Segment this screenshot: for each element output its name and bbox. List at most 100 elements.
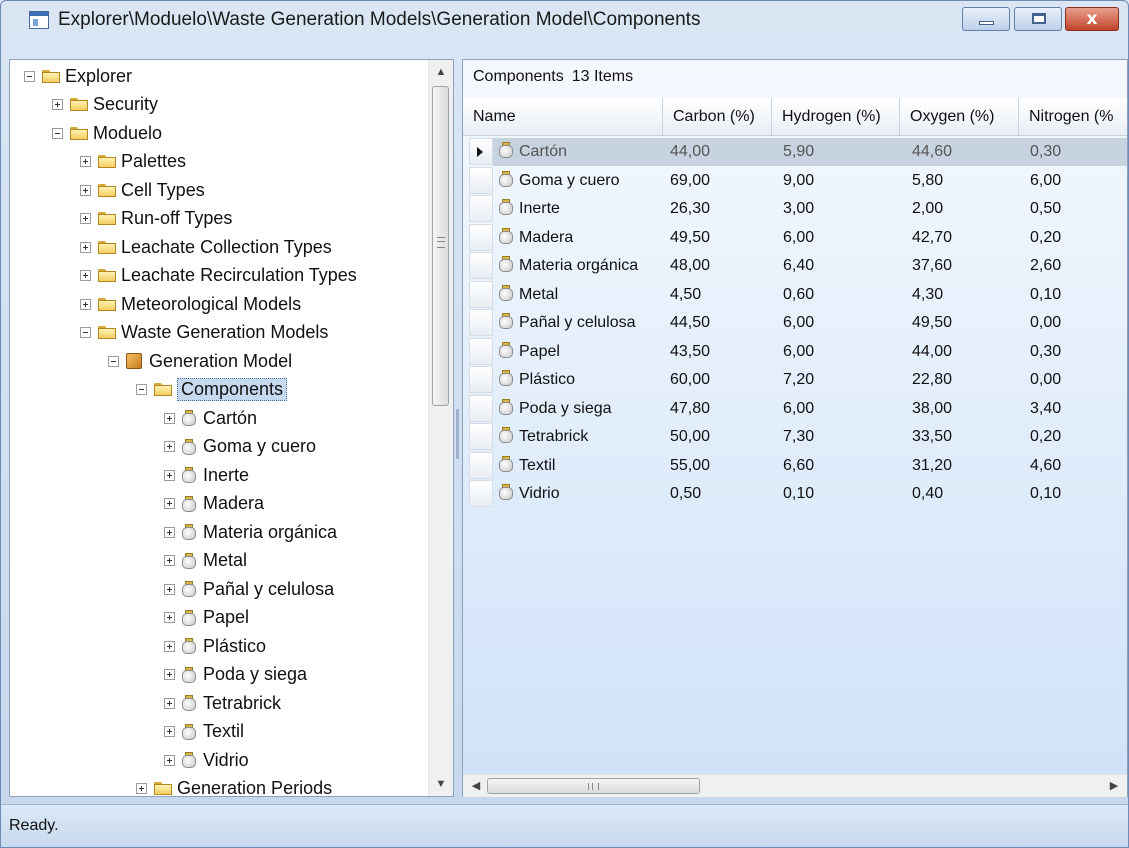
row-selector[interactable] — [469, 451, 493, 479]
tree-item-meteorological-models[interactable]: Meteorological Models — [80, 290, 301, 318]
column-header-nitrogen[interactable]: Nitrogen (% — [1019, 98, 1127, 136]
tree-item-run-off-types[interactable]: Run-off Types — [80, 205, 232, 233]
tree-item-palettes[interactable]: Palettes — [80, 148, 186, 176]
maximize-button[interactable] — [1014, 7, 1062, 31]
tree-item-vidrio[interactable]: Vidrio — [164, 746, 249, 774]
row-selector[interactable] — [469, 309, 493, 336]
list-horizontal-scrollbar[interactable]: ◀ ▶ — [463, 774, 1127, 797]
explorer-tree[interactable]: ▲ ▼ Explorer Security Moduelo Palettes Cell … — [9, 59, 454, 797]
collapse-icon[interactable] — [80, 327, 91, 338]
tree-item-madera[interactable]: Madera — [164, 490, 264, 518]
tree-item-goma-y-cuero[interactable]: Goma y cuero — [164, 433, 316, 461]
tree-item-explorer[interactable]: Explorer — [24, 62, 132, 90]
expand-icon[interactable] — [52, 99, 63, 110]
expand-icon[interactable] — [80, 156, 91, 167]
tree-item-label: Waste Generation Models — [121, 322, 329, 342]
list-scroll-thumb[interactable] — [487, 778, 700, 794]
table-row[interactable]: Vidrio 0,50 0,10 0,40 0,10 — [493, 480, 1127, 508]
tree-item-cell-types[interactable]: Cell Types — [80, 176, 205, 204]
expand-icon[interactable] — [164, 412, 175, 424]
tree-item-metal[interactable]: Metal — [164, 547, 247, 575]
scroll-up-arrow-icon[interactable]: ▲ — [429, 62, 453, 82]
tree-item-label: Generation Model — [149, 350, 293, 371]
minimize-button[interactable] — [962, 7, 1010, 31]
expand-icon[interactable] — [164, 441, 175, 452]
expand-icon[interactable] — [80, 241, 91, 253]
column-header-carbon[interactable]: Carbon (%) — [663, 98, 772, 136]
tree-item-plastico[interactable]: Plástico — [164, 632, 266, 660]
tree-item-panal-y-celulosa[interactable]: Pañal y celulosa — [164, 575, 334, 603]
scroll-down-arrow-icon[interactable]: ▼ — [429, 774, 453, 794]
column-header-name[interactable]: Name — [463, 98, 663, 136]
table-row[interactable]: Plástico 60,00 7,20 22,80 0,00 — [493, 366, 1127, 394]
tree-vertical-scrollbar[interactable]: ▲ ▼ — [428, 60, 453, 796]
collapse-icon[interactable] — [52, 127, 63, 139]
expand-icon[interactable] — [164, 697, 175, 709]
tree-item-moduelo[interactable]: Moduelo — [52, 119, 162, 147]
collapse-icon[interactable] — [136, 384, 147, 395]
row-selector[interactable] — [469, 423, 493, 450]
scroll-left-arrow-icon[interactable]: ◀ — [467, 775, 485, 797]
title-bar[interactable]: Explorer\Moduelo\Waste Generation Models… — [1, 1, 1128, 35]
tree-item-leachate-recirculation-types[interactable]: Leachate Recirculation Types — [80, 262, 357, 290]
tree-scroll-thumb[interactable] — [432, 86, 449, 406]
table-row[interactable]: Poda y siega 47,80 6,00 38,00 3,40 — [493, 395, 1127, 423]
expand-icon[interactable] — [164, 555, 175, 566]
expand-icon[interactable] — [164, 640, 175, 652]
table-row[interactable]: Inerte 26,30 3,00 2,00 0,50 — [493, 195, 1127, 223]
current-row-indicator-icon[interactable] — [469, 138, 493, 165]
row-selector[interactable] — [469, 480, 493, 507]
table-row[interactable]: Madera 49,50 6,00 42,70 0,20 — [493, 224, 1127, 252]
pane-splitter[interactable] — [454, 59, 462, 797]
column-header-oxygen[interactable]: Oxygen (%) — [900, 98, 1019, 136]
tree-item-generation-periods[interactable]: Generation Periods — [136, 775, 332, 796]
row-selector[interactable] — [469, 252, 493, 279]
expand-icon[interactable] — [164, 526, 175, 538]
collapse-icon[interactable] — [24, 70, 35, 82]
expand-icon[interactable] — [164, 754, 175, 766]
tree-item-tetrabrick[interactable]: Tetrabrick — [164, 689, 281, 717]
expand-icon[interactable] — [164, 726, 175, 737]
tree-item-carton[interactable]: Cartón — [164, 404, 257, 432]
row-selector[interactable] — [469, 394, 493, 422]
expand-icon[interactable] — [164, 612, 175, 623]
table-row[interactable]: Materia orgánica 48,00 6,40 37,60 2,60 — [493, 252, 1127, 280]
row-selector[interactable] — [469, 366, 493, 393]
column-header-hydrogen[interactable]: Hydrogen (%) — [772, 98, 900, 136]
scroll-right-arrow-icon[interactable]: ▶ — [1105, 775, 1123, 797]
expand-icon[interactable] — [80, 298, 91, 310]
tree-item-textil[interactable]: Textil — [164, 718, 244, 746]
expand-icon[interactable] — [164, 498, 175, 509]
table-row[interactable]: Metal 4,50 0,60 4,30 0,10 — [493, 281, 1127, 309]
row-selector[interactable] — [469, 280, 493, 308]
expand-icon[interactable] — [164, 469, 175, 481]
tree-item-security[interactable]: Security — [52, 91, 158, 119]
expand-icon[interactable] — [80, 270, 91, 281]
row-selector[interactable] — [469, 337, 493, 365]
expand-icon[interactable] — [164, 583, 175, 595]
tree-item-materia-organica[interactable]: Materia orgánica — [164, 518, 337, 546]
expand-icon[interactable] — [80, 184, 91, 196]
expand-icon[interactable] — [136, 783, 147, 794]
tree-item-generation-model[interactable]: Generation Model — [108, 347, 292, 375]
tree-item-waste-generation-models[interactable]: Waste Generation Models — [80, 319, 328, 347]
table-row[interactable]: Cartón 44,00 5,90 44,60 0,30 — [493, 138, 1127, 166]
tree-item-papel[interactable]: Papel — [164, 604, 249, 632]
table-row[interactable]: Tetrabrick 50,00 7,30 33,50 0,20 — [493, 423, 1127, 451]
tree-item-leachate-collection-types[interactable]: Leachate Collection Types — [80, 233, 332, 261]
table-row[interactable]: Papel 43,50 6,00 44,00 0,30 — [493, 338, 1127, 366]
expand-icon[interactable] — [80, 213, 91, 224]
table-row[interactable]: Pañal y celulosa 44,50 6,00 49,50 0,00 — [493, 309, 1127, 337]
row-selector[interactable] — [469, 223, 493, 251]
row-selector[interactable] — [469, 166, 493, 194]
collapse-icon[interactable] — [108, 355, 119, 367]
tree-item-components[interactable]: Components — [136, 376, 288, 404]
table-row[interactable]: Textil 55,00 6,60 31,20 4,60 — [493, 452, 1127, 480]
row-selector[interactable] — [469, 195, 493, 222]
tree-item-poda-y-siega[interactable]: Poda y siega — [164, 661, 307, 689]
tree-item-label: Inerte — [203, 464, 250, 485]
expand-icon[interactable] — [164, 669, 175, 680]
close-button[interactable]: x — [1065, 7, 1119, 31]
tree-item-inerte[interactable]: Inerte — [164, 461, 249, 489]
table-row[interactable]: Goma y cuero 69,00 9,00 5,80 6,00 — [493, 167, 1127, 195]
